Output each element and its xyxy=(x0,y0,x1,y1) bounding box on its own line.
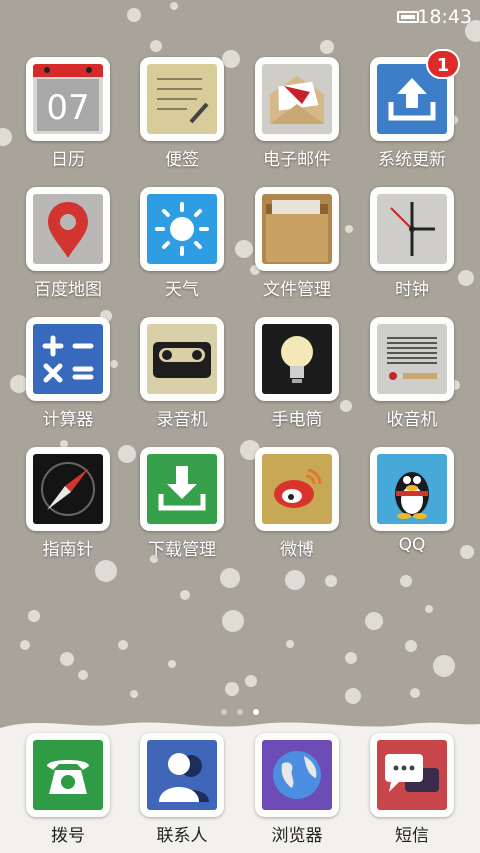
app-file-manager[interactable]: 文件管理 xyxy=(242,187,352,307)
app-label: 电子邮件 xyxy=(263,150,331,170)
app-clock[interactable]: 时钟 xyxy=(357,187,467,307)
page-dot xyxy=(237,709,243,715)
app-label: 天气 xyxy=(165,280,199,300)
app-email[interactable]: 电子邮件 xyxy=(242,57,352,177)
app-label: 浏览器 xyxy=(271,826,323,846)
lightbulb-icon xyxy=(262,324,332,394)
app-download-manager[interactable]: 下载管理 xyxy=(127,447,237,567)
contacts-icon xyxy=(147,740,217,810)
dock-browser[interactable]: 浏览器 xyxy=(242,733,352,853)
calculator-icon xyxy=(33,324,103,394)
battery-icon xyxy=(397,11,419,23)
app-compass[interactable]: 指南针 xyxy=(13,447,123,567)
map-pin-icon xyxy=(33,194,103,264)
calendar-icon: 07 xyxy=(33,64,103,134)
folder-icon xyxy=(262,194,332,264)
app-weather[interactable]: 天气 xyxy=(127,187,237,307)
app-label: 微博 xyxy=(280,540,314,560)
phone-icon xyxy=(33,740,103,810)
app-label: QQ xyxy=(398,535,426,555)
compass-icon xyxy=(33,454,103,524)
status-time: 18:43 xyxy=(417,6,472,28)
page-indicator xyxy=(0,700,480,719)
calendar-date: 07 xyxy=(46,88,89,128)
status-bar: 18:43 xyxy=(0,0,480,36)
update-count-badge: 1 xyxy=(426,49,460,79)
weather-sun-icon xyxy=(147,194,217,264)
dock-phone[interactable]: 拨号 xyxy=(13,733,123,853)
app-label: 录音机 xyxy=(156,410,208,430)
app-label: 下载管理 xyxy=(148,540,216,560)
notes-icon xyxy=(147,64,217,134)
app-label: 百度地图 xyxy=(34,280,102,300)
weibo-icon xyxy=(262,454,332,524)
cassette-icon xyxy=(147,324,217,394)
app-radio[interactable]: 收音机 xyxy=(357,317,467,437)
app-label: 手电筒 xyxy=(271,410,323,430)
app-weibo[interactable]: 微博 xyxy=(242,447,352,567)
page-dot-active xyxy=(253,709,259,715)
app-label: 日历 xyxy=(51,150,85,170)
app-label: 拨号 xyxy=(51,826,85,846)
radio-icon xyxy=(377,324,447,394)
qq-penguin-icon xyxy=(377,454,447,524)
app-label: 便签 xyxy=(165,150,199,170)
clock-icon xyxy=(377,194,447,264)
app-label: 短信 xyxy=(395,826,429,846)
app-calendar[interactable]: 07 日历 xyxy=(13,57,123,177)
dock-contacts[interactable]: 联系人 xyxy=(127,733,237,853)
globe-icon xyxy=(262,740,332,810)
app-label: 时钟 xyxy=(395,280,429,300)
app-label: 计算器 xyxy=(42,410,94,430)
app-recorder[interactable]: 录音机 xyxy=(127,317,237,437)
app-system-update[interactable]: 1 系统更新 xyxy=(357,49,467,177)
app-label: 收音机 xyxy=(386,410,438,430)
app-label: 系统更新 xyxy=(378,150,446,170)
app-baidu-map[interactable]: 百度地图 xyxy=(13,187,123,307)
message-icon xyxy=(377,740,447,810)
page-dot xyxy=(221,709,227,715)
app-label: 文件管理 xyxy=(263,280,331,300)
email-icon xyxy=(262,64,332,134)
dock-messages[interactable]: 短信 xyxy=(357,733,467,853)
app-flashlight[interactable]: 手电筒 xyxy=(242,317,352,437)
app-label: 联系人 xyxy=(156,826,208,846)
app-calculator[interactable]: 计算器 xyxy=(13,317,123,437)
app-notes[interactable]: 便签 xyxy=(127,57,237,177)
app-label: 指南针 xyxy=(42,540,94,560)
download-icon xyxy=(147,454,217,524)
app-qq[interactable]: QQ xyxy=(357,447,467,567)
